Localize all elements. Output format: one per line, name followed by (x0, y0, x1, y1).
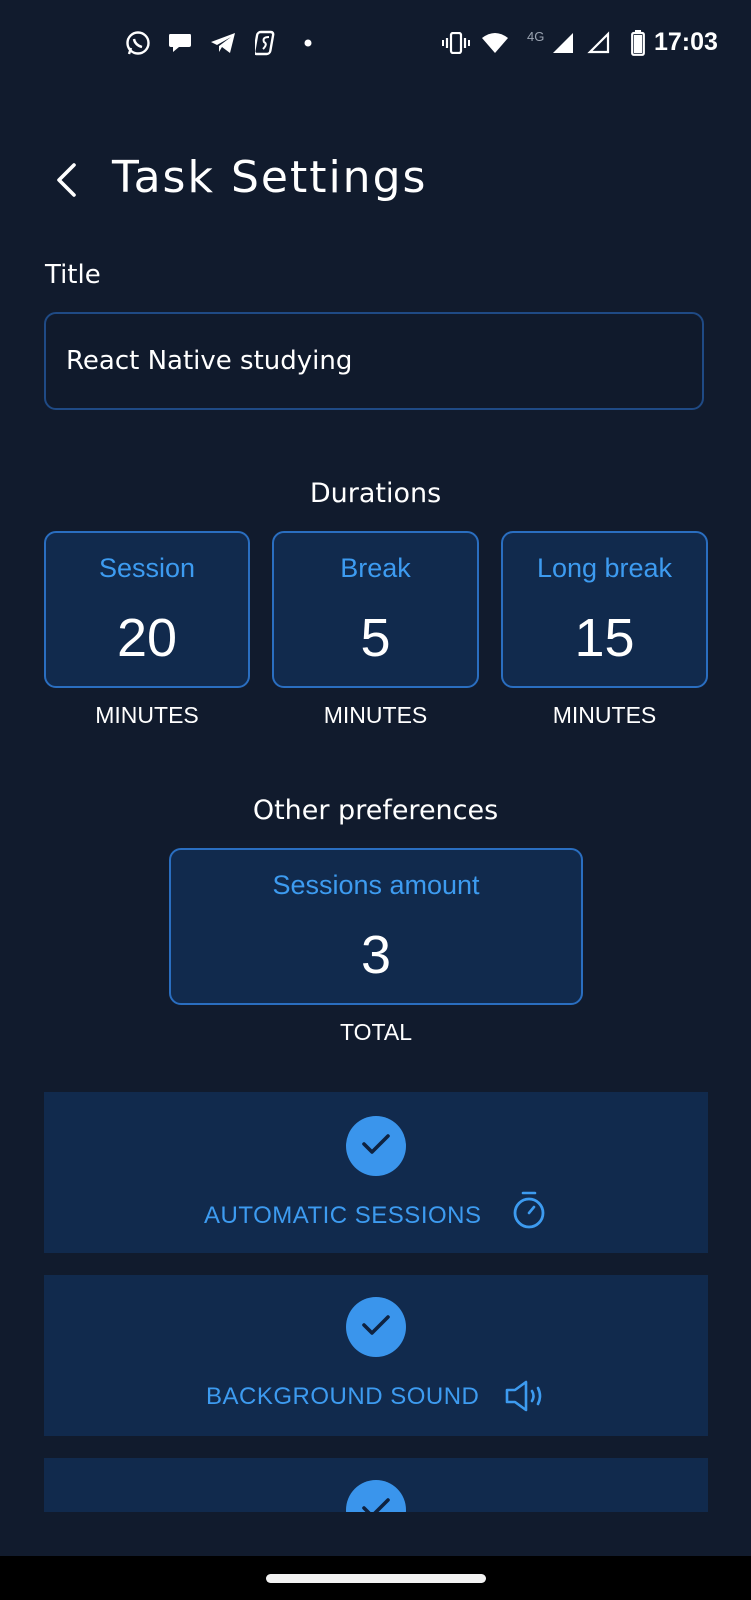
long-break-duration-card[interactable]: Long break 15 (501, 531, 708, 688)
card-value: 15 (574, 608, 635, 668)
speaker-icon (504, 1379, 548, 1418)
toggle-label: AUTOMATIC SESSIONS (204, 1202, 482, 1229)
card-label: Long break (536, 553, 673, 583)
home-indicator[interactable] (266, 1574, 486, 1583)
card-label: Break (340, 553, 411, 583)
scroll-content[interactable]: Durations Session 20 MINUTES Break 5 MIN… (0, 0, 751, 1512)
session-duration-card[interactable]: Session 20 (44, 531, 250, 688)
card-label: Session (98, 553, 196, 583)
durations-heading: Durations (309, 478, 442, 509)
check-icon (361, 1132, 391, 1161)
automatic-sessions-toggle[interactable]: AUTOMATIC SESSIONS (44, 1092, 708, 1253)
sessions-amount-card[interactable]: Sessions amount 3 (169, 848, 583, 1005)
card-value: 5 (360, 608, 391, 668)
check-icon (361, 1496, 391, 1512)
card-unit: TOTAL (340, 1019, 412, 1045)
checkbox-checked[interactable] (346, 1480, 406, 1512)
card-value: 3 (360, 925, 392, 985)
card-label: Sessions amount (272, 870, 480, 900)
card-value: 20 (116, 608, 178, 668)
background-sound-toggle[interactable]: BACKGROUND SOUND (44, 1275, 708, 1436)
preferences-heading: Other preferences (252, 795, 499, 826)
checkbox-checked[interactable] (346, 1116, 406, 1176)
toggle-label: BACKGROUND SOUND (206, 1383, 480, 1410)
card-unit: MINUTES (323, 702, 428, 728)
card-unit: MINUTES (552, 702, 657, 728)
checkbox-checked[interactable] (346, 1297, 406, 1357)
timer-icon (510, 1190, 548, 1235)
card-unit: MINUTES (95, 702, 199, 728)
break-duration-card[interactable]: Break 5 (272, 531, 479, 688)
check-icon (361, 1313, 391, 1342)
preference-toggle[interactable] (44, 1458, 708, 1512)
